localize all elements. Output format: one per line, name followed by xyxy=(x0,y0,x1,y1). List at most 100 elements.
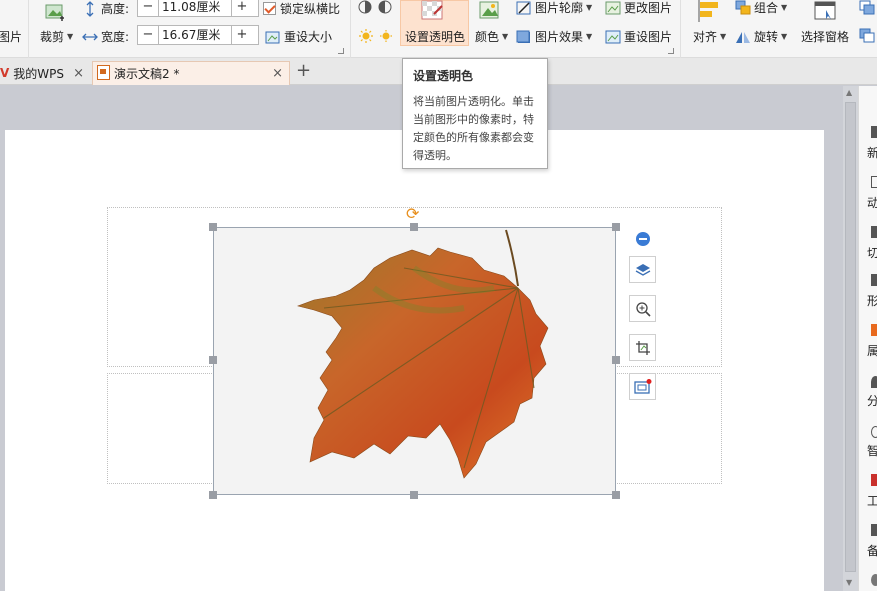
contrast-reduce-icon[interactable] xyxy=(378,0,394,14)
width-icon xyxy=(82,29,98,45)
chevron-down-icon: ▼ xyxy=(586,32,593,41)
resize-handle[interactable] xyxy=(209,223,217,231)
selection-pane-icon[interactable] xyxy=(814,0,838,22)
width-field[interactable]: 16.67厘米 xyxy=(158,26,232,44)
panel-item-tools[interactable]: 工 xyxy=(867,492,877,509)
new-tab-button[interactable]: + xyxy=(296,60,311,81)
color-button[interactable]: 颜色 ▼ xyxy=(475,28,508,45)
transparent-icon xyxy=(421,0,445,22)
rotate-button[interactable]: 旋转 ▼ xyxy=(735,28,787,45)
resize-handle[interactable] xyxy=(410,491,418,499)
brightness-up-icon[interactable] xyxy=(359,29,373,43)
close-icon[interactable]: × xyxy=(73,66,84,81)
animation-icon xyxy=(871,176,877,188)
resize-handle[interactable] xyxy=(612,491,620,499)
panel-item-animation[interactable]: 动 xyxy=(867,194,877,211)
shape-icon xyxy=(871,274,877,286)
tab-presentation[interactable]: 演示文稿2 * × xyxy=(92,61,290,85)
picture-button[interactable]: 图片 xyxy=(0,28,22,45)
layers-icon[interactable] xyxy=(629,256,656,283)
chevron-down-icon: ▼ xyxy=(502,32,509,41)
width-label: 宽度: xyxy=(101,30,130,44)
wps-logo-icon: V xyxy=(0,66,10,80)
dialog-launcher-icon[interactable] xyxy=(668,48,674,54)
chevron-down-icon: ▼ xyxy=(781,32,788,41)
width-label-group: 宽度: xyxy=(82,28,129,45)
zoom-icon[interactable] xyxy=(629,295,656,322)
panel-item-shape[interactable]: 形 xyxy=(867,292,877,309)
separator xyxy=(350,0,351,58)
maple-leaf-image[interactable] xyxy=(213,227,616,495)
panel-item-share[interactable]: 分 xyxy=(867,392,877,409)
height-label-group: 高度: xyxy=(82,0,129,17)
share-icon xyxy=(871,376,877,388)
picture-outline-icon xyxy=(516,0,532,16)
panel-item-new[interactable]: 新 xyxy=(867,144,877,161)
send-backward-icon[interactable] xyxy=(859,28,875,44)
minus-icon[interactable] xyxy=(636,232,650,246)
width-stepper[interactable]: − 16.67厘米 + xyxy=(137,25,259,45)
crop-icon[interactable] xyxy=(44,2,68,22)
picture-effect-button[interactable]: 图片效果 ▼ xyxy=(516,28,592,45)
resize-handle[interactable] xyxy=(209,356,217,364)
color-label: 颜色 xyxy=(475,30,500,44)
set-transparent-color-label: 设置透明色 xyxy=(405,30,466,44)
contrast-icon[interactable] xyxy=(358,0,374,14)
reset-picture-icon xyxy=(605,29,621,45)
change-picture-button[interactable]: 更改图片 xyxy=(605,0,672,16)
chevron-down-icon: ▼ xyxy=(586,3,593,12)
tab-my-wps[interactable]: V 我的WPS × xyxy=(0,61,90,85)
resize-handle[interactable] xyxy=(209,491,217,499)
close-icon[interactable]: × xyxy=(272,66,283,81)
height-stepper[interactable]: − 11.08厘米 + xyxy=(137,0,259,17)
panel-item-backup[interactable]: 备 xyxy=(867,542,877,559)
chevron-down-icon: ▼ xyxy=(67,32,74,41)
panel-item-transition[interactable]: 切 xyxy=(867,244,877,261)
lock-ratio-label: 锁定纵横比 xyxy=(280,2,341,16)
resize-handle[interactable] xyxy=(612,356,620,364)
height-field[interactable]: 11.08厘米 xyxy=(158,0,232,16)
crop-button[interactable]: 裁剪 ▼ xyxy=(40,28,73,45)
group-button[interactable]: 组合 ▼ xyxy=(735,0,787,16)
width-decrease-button[interactable]: − xyxy=(138,26,158,44)
presentation-file-icon xyxy=(97,64,110,83)
smart-icon xyxy=(871,426,877,438)
resize-handle[interactable] xyxy=(410,223,418,231)
crop-icon[interactable] xyxy=(629,334,656,361)
width-increase-button[interactable]: + xyxy=(232,26,252,44)
panel-item-properties[interactable]: 属 xyxy=(867,342,877,359)
frame-icon[interactable] xyxy=(629,373,656,400)
height-increase-button[interactable]: + xyxy=(232,0,252,16)
toolbox-icon xyxy=(871,474,877,486)
rotate-handle-icon[interactable]: ⟳ xyxy=(406,204,419,223)
vertical-scrollbar[interactable]: ▲ ▼ xyxy=(843,86,858,591)
scroll-down-icon[interactable]: ▼ xyxy=(846,578,852,587)
selection-pane-button[interactable]: 选择窗格 xyxy=(801,28,849,45)
reset-size-icon xyxy=(265,29,281,45)
dialog-launcher-icon[interactable] xyxy=(338,48,344,54)
picture-effect-icon xyxy=(516,29,532,45)
crop-label: 裁剪 xyxy=(40,30,65,44)
color-icon[interactable] xyxy=(478,0,504,22)
height-decrease-button[interactable]: − xyxy=(138,0,158,16)
reset-size-button[interactable]: 重设大小 xyxy=(265,28,332,45)
panel-item-smart[interactable]: 智 xyxy=(867,442,877,459)
group-icon xyxy=(735,0,751,16)
scrollbar-thumb[interactable] xyxy=(845,102,856,572)
brightness-down-icon[interactable] xyxy=(379,29,393,43)
ribbon: 图片 裁剪 ▼ 高度: − 11.08厘米 + 宽度: − 16.67厘米 + 锁… xyxy=(0,0,877,58)
tab-label: 演示文稿2 * xyxy=(114,67,180,81)
picture-outline-button[interactable]: 图片轮廓 ▼ xyxy=(516,0,592,16)
resize-handle[interactable] xyxy=(612,223,620,231)
align-icon[interactable] xyxy=(698,0,722,22)
height-label: 高度: xyxy=(101,2,130,16)
lock-ratio-checkbox[interactable]: 锁定纵横比 xyxy=(263,0,340,17)
picture-outline-label: 图片轮廓 xyxy=(535,1,584,15)
group-label: 组合 xyxy=(754,1,779,15)
scroll-up-icon[interactable]: ▲ xyxy=(846,88,852,97)
reset-picture-button[interactable]: 重设图片 xyxy=(605,28,672,45)
align-button[interactable]: 对齐 ▼ xyxy=(693,28,726,45)
new-icon xyxy=(871,126,877,138)
set-transparent-color-label-wrap: 设置透明色 xyxy=(405,28,465,45)
bring-forward-icon[interactable] xyxy=(859,0,875,16)
